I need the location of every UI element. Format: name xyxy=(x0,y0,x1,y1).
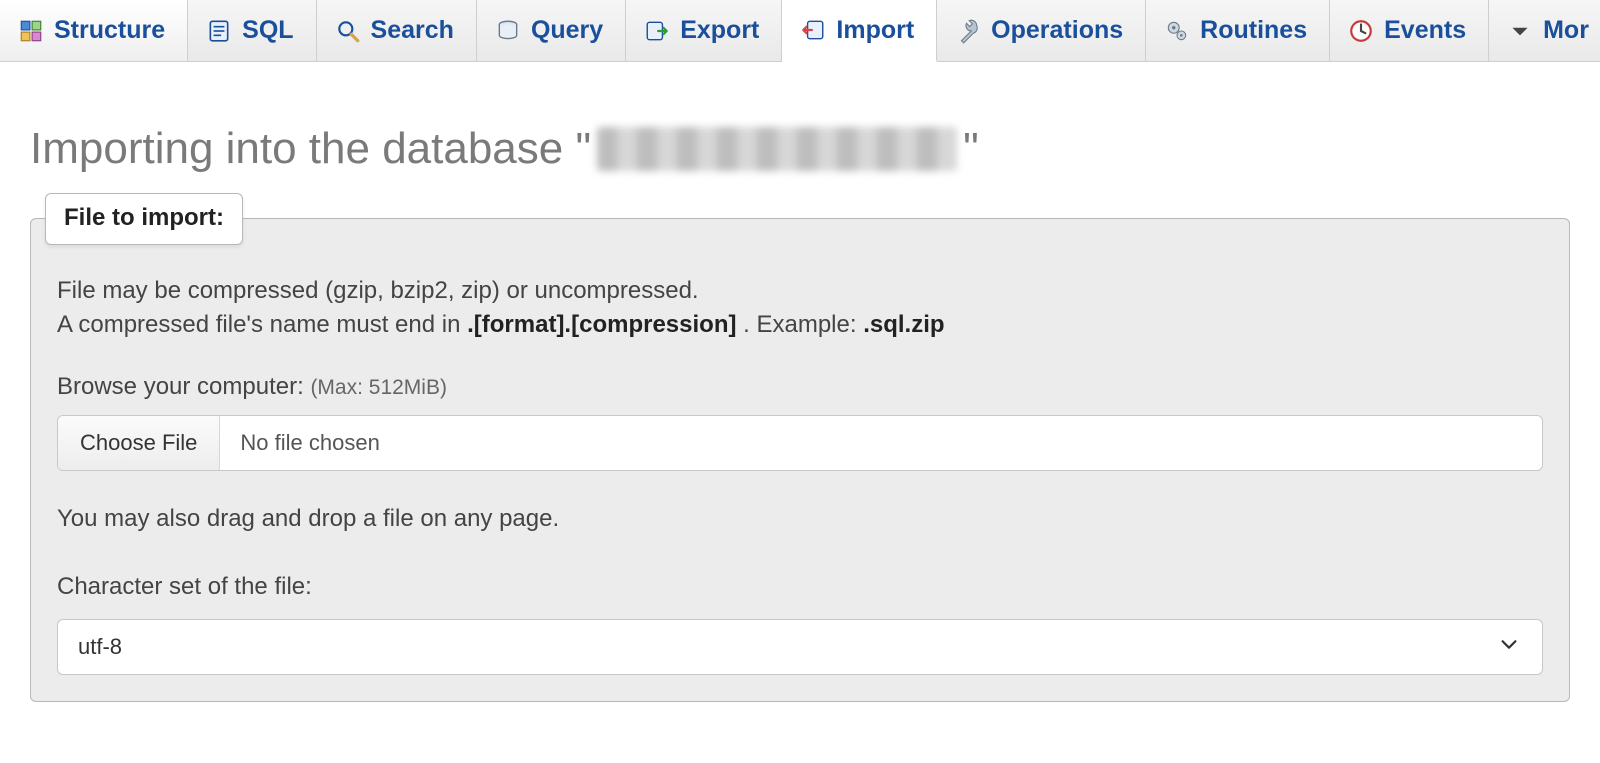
tab-label: Query xyxy=(531,16,603,45)
tab-routines[interactable]: Routines xyxy=(1146,0,1330,61)
export-icon xyxy=(644,18,670,44)
browse-max: (Max: 512MiB) xyxy=(310,376,447,399)
tab-label: Search xyxy=(371,16,454,45)
caret-down-icon xyxy=(1507,18,1533,44)
charset-label: Character set of the file: xyxy=(57,573,1543,601)
page-title: Importing into the database " " xyxy=(30,124,1570,174)
file-to-import-fieldset: File to import: File may be compressed (… xyxy=(30,218,1570,702)
structure-icon xyxy=(18,18,44,44)
tab-label: Mor xyxy=(1543,16,1589,45)
name-rule-pre: A compressed file's name must end in xyxy=(57,311,467,338)
operations-icon xyxy=(955,18,981,44)
page-title-suffix: " xyxy=(963,124,979,174)
choose-file-button[interactable]: Choose File xyxy=(58,416,220,470)
drag-drop-hint: You may also drag and drop a file on any… xyxy=(57,505,1543,533)
routines-icon xyxy=(1164,18,1190,44)
compressed-info-text: File may be compressed (gzip, bzip2, zip… xyxy=(57,277,1543,305)
name-rule-text: A compressed file's name must end in .[f… xyxy=(57,311,1543,339)
tab-label: Export xyxy=(680,16,759,45)
tab-label: SQL xyxy=(242,16,293,45)
tab-search[interactable]: Search xyxy=(317,0,477,61)
tab-export[interactable]: Export xyxy=(626,0,782,61)
fieldset-legend: File to import: xyxy=(45,193,243,245)
tab-label: Events xyxy=(1384,16,1466,45)
tab-events[interactable]: Events xyxy=(1330,0,1489,61)
charset-selected-value: utf-8 xyxy=(78,634,122,660)
top-tabbar: Structure SQL Search Query Export Import xyxy=(0,0,1600,62)
charset-select[interactable]: utf-8 xyxy=(57,619,1543,675)
tab-label: Structure xyxy=(54,16,165,45)
tab-import[interactable]: Import xyxy=(782,0,937,62)
tab-operations[interactable]: Operations xyxy=(937,0,1146,61)
import-icon xyxy=(800,17,826,43)
tab-label: Operations xyxy=(991,16,1123,45)
file-input-row: Choose File No file chosen xyxy=(57,415,1543,471)
page-body: Importing into the database " " File to … xyxy=(0,62,1600,702)
events-icon xyxy=(1348,18,1374,44)
query-icon xyxy=(495,18,521,44)
tab-sql[interactable]: SQL xyxy=(188,0,316,61)
page-title-prefix: Importing into the database " xyxy=(30,124,591,174)
browse-label-line: Browse your computer: (Max: 512MiB) xyxy=(57,373,1543,401)
chevron-down-icon xyxy=(1498,633,1520,661)
browse-label: Browse your computer: xyxy=(57,373,304,400)
tab-structure[interactable]: Structure xyxy=(0,0,188,61)
tab-more[interactable]: Mor xyxy=(1489,0,1600,61)
search-icon xyxy=(335,18,361,44)
name-rule-example: .sql.zip xyxy=(863,311,944,338)
database-name-redacted xyxy=(597,127,957,171)
name-rule-format: .[format].[compression] xyxy=(467,311,736,338)
name-rule-mid: . Example: xyxy=(743,311,863,338)
tab-label: Routines xyxy=(1200,16,1307,45)
tab-label: Import xyxy=(836,16,914,45)
tab-query[interactable]: Query xyxy=(477,0,626,61)
sql-icon xyxy=(206,18,232,44)
file-chosen-status[interactable]: No file chosen xyxy=(220,416,1542,470)
